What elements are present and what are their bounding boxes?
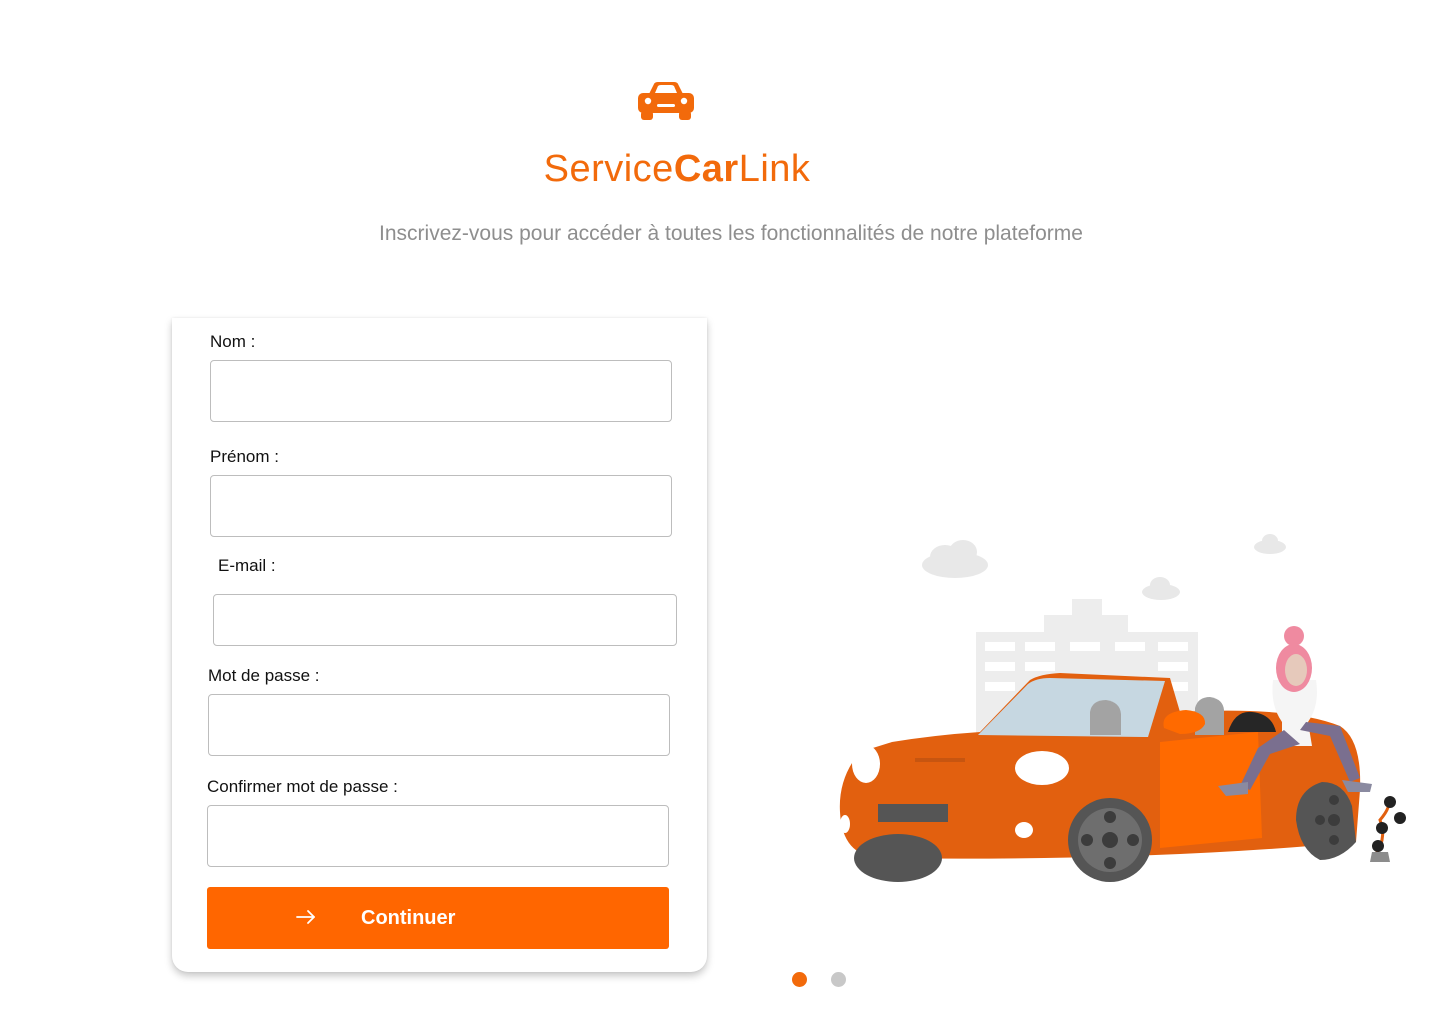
car-icon — [638, 82, 694, 120]
brand-bold: Car — [673, 148, 739, 190]
continue-button[interactable]: Continuer — [207, 887, 669, 949]
arrow-right-icon — [296, 910, 315, 924]
convertible-car-woman-illustration — [839, 534, 1406, 882]
last-name-label: Nom : — [210, 332, 256, 351]
cloud-icon — [1254, 534, 1286, 554]
cloud-icon — [1142, 577, 1180, 600]
carousel-dot-2[interactable] — [831, 972, 846, 987]
first-name-input[interactable] — [210, 475, 672, 537]
confirm-password-label: Confirmer mot de passe : — [207, 777, 398, 796]
password-label: Mot de passe : — [208, 666, 320, 685]
signup-page: ServiceCarLink Inscrivez-vous pour accéd… — [0, 0, 1440, 1024]
brand-suffix: Link — [738, 148, 811, 190]
brand-name: ServiceCarLink — [0, 148, 1354, 191]
email-label: E-mail : — [218, 556, 276, 575]
brand-prefix: Service — [543, 148, 674, 190]
carousel-dot-1[interactable] — [792, 972, 807, 987]
continue-button-label: Continuer — [361, 907, 456, 929]
plant-icon — [1370, 796, 1406, 862]
password-input[interactable] — [208, 694, 670, 756]
page-subtitle: Inscrivez-vous pour accéder à toutes les… — [379, 222, 1083, 245]
cloud-icon — [922, 540, 988, 578]
confirm-password-input[interactable] — [207, 805, 669, 867]
email-input[interactable] — [213, 594, 677, 646]
last-name-input[interactable] — [210, 360, 672, 422]
first-name-label: Prénom : — [210, 447, 279, 466]
